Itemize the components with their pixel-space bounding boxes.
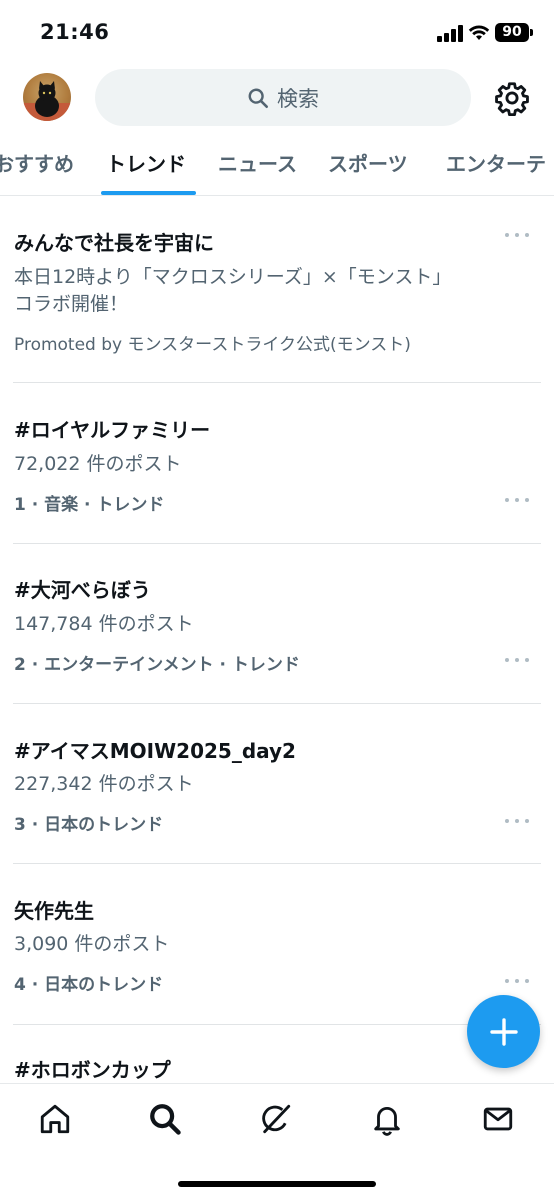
trend-item[interactable]: #ロイヤルファミリー 72,022 件のポスト 1 · 音楽 · トレンド	[0, 383, 554, 543]
search-input[interactable]: 検索	[95, 69, 471, 126]
trend-post-count: 147,784 件のポスト	[14, 613, 194, 635]
trend-meta: 4 · 日本のトレンド	[14, 975, 164, 995]
bell-icon[interactable]	[370, 1102, 404, 1136]
explore-search-icon[interactable]	[148, 1102, 182, 1136]
gear-icon[interactable]	[494, 80, 530, 116]
status-time: 21:46	[40, 20, 110, 44]
home-icon[interactable]	[38, 1102, 72, 1136]
trend-title: 矢作先生	[14, 899, 94, 923]
compose-button[interactable]	[467, 995, 540, 1068]
trend-post-count: 72,022 件のポスト	[14, 453, 182, 475]
trend-meta: 1 · 音楽 · トレンド	[14, 495, 165, 515]
more-icon[interactable]	[505, 817, 529, 825]
trend-title: #ホロボンカップ	[14, 1058, 171, 1082]
envelope-icon[interactable]	[481, 1102, 515, 1136]
trend-item-promoted[interactable]: みんなで社長を宇宙に 本日12時より「マクロスシリーズ」×「モンスト」 コラボ開…	[0, 196, 554, 382]
trend-title: #大河べらぼう	[14, 578, 151, 602]
trend-title: みんなで社長を宇宙に	[14, 231, 214, 255]
trend-meta: 2 · エンターテインメント · トレンド	[14, 655, 300, 675]
status-bar: 21:46 90	[0, 0, 554, 64]
trend-meta: 3 · 日本のトレンド	[14, 815, 164, 835]
battery-tip	[530, 29, 533, 36]
tab-bar: おすすめ トレンド ニュース スポーツ エンターテ	[0, 140, 554, 196]
trend-item[interactable]: 矢作先生 3,090 件のポスト 4 · 日本のトレンド	[0, 864, 554, 1024]
more-icon[interactable]	[505, 496, 529, 504]
avatar[interactable]	[23, 73, 71, 121]
search-placeholder: 検索	[277, 86, 319, 111]
home-indicator[interactable]	[178, 1181, 376, 1187]
trend-title: #ロイヤルファミリー	[14, 418, 211, 442]
cat-avatar-image	[23, 81, 71, 121]
signal-icon	[437, 24, 463, 42]
tab-entertainment[interactable]: エンターテ	[446, 148, 546, 177]
battery-indicator: 90	[495, 23, 529, 42]
tab-news[interactable]: ニュース	[218, 148, 297, 177]
trend-post-count: 227,342 件のポスト	[14, 773, 194, 795]
trend-post-count: 3,090 件のポスト	[14, 933, 170, 955]
tab-recommended[interactable]: おすすめ	[0, 148, 74, 177]
tab-active-indicator	[101, 191, 196, 195]
trend-description: コラボ開催！	[14, 293, 129, 315]
wifi-icon	[468, 25, 490, 40]
tab-sports[interactable]: スポーツ	[328, 148, 408, 177]
promoted-label[interactable]: Promoted by モンスターストライク公式(モンスト)	[14, 330, 411, 355]
trend-title: #アイマスMOIW2025_day2	[14, 739, 296, 763]
search-icon	[248, 88, 268, 108]
trend-description: 本日12時より「マクロスシリーズ」×「モンスト」	[14, 266, 452, 288]
tab-trending[interactable]: トレンド	[106, 148, 186, 177]
trend-item[interactable]: #大河べらぼう 147,784 件のポスト 2 · エンターテインメント · ト…	[0, 544, 554, 703]
more-icon[interactable]	[505, 977, 529, 985]
more-icon[interactable]	[505, 656, 529, 664]
more-icon[interactable]	[505, 231, 529, 239]
plus-icon	[489, 1017, 518, 1046]
grok-icon[interactable]	[259, 1102, 293, 1136]
trend-item[interactable]: #アイマスMOIW2025_day2 227,342 件のポスト 3 · 日本の…	[0, 704, 554, 863]
